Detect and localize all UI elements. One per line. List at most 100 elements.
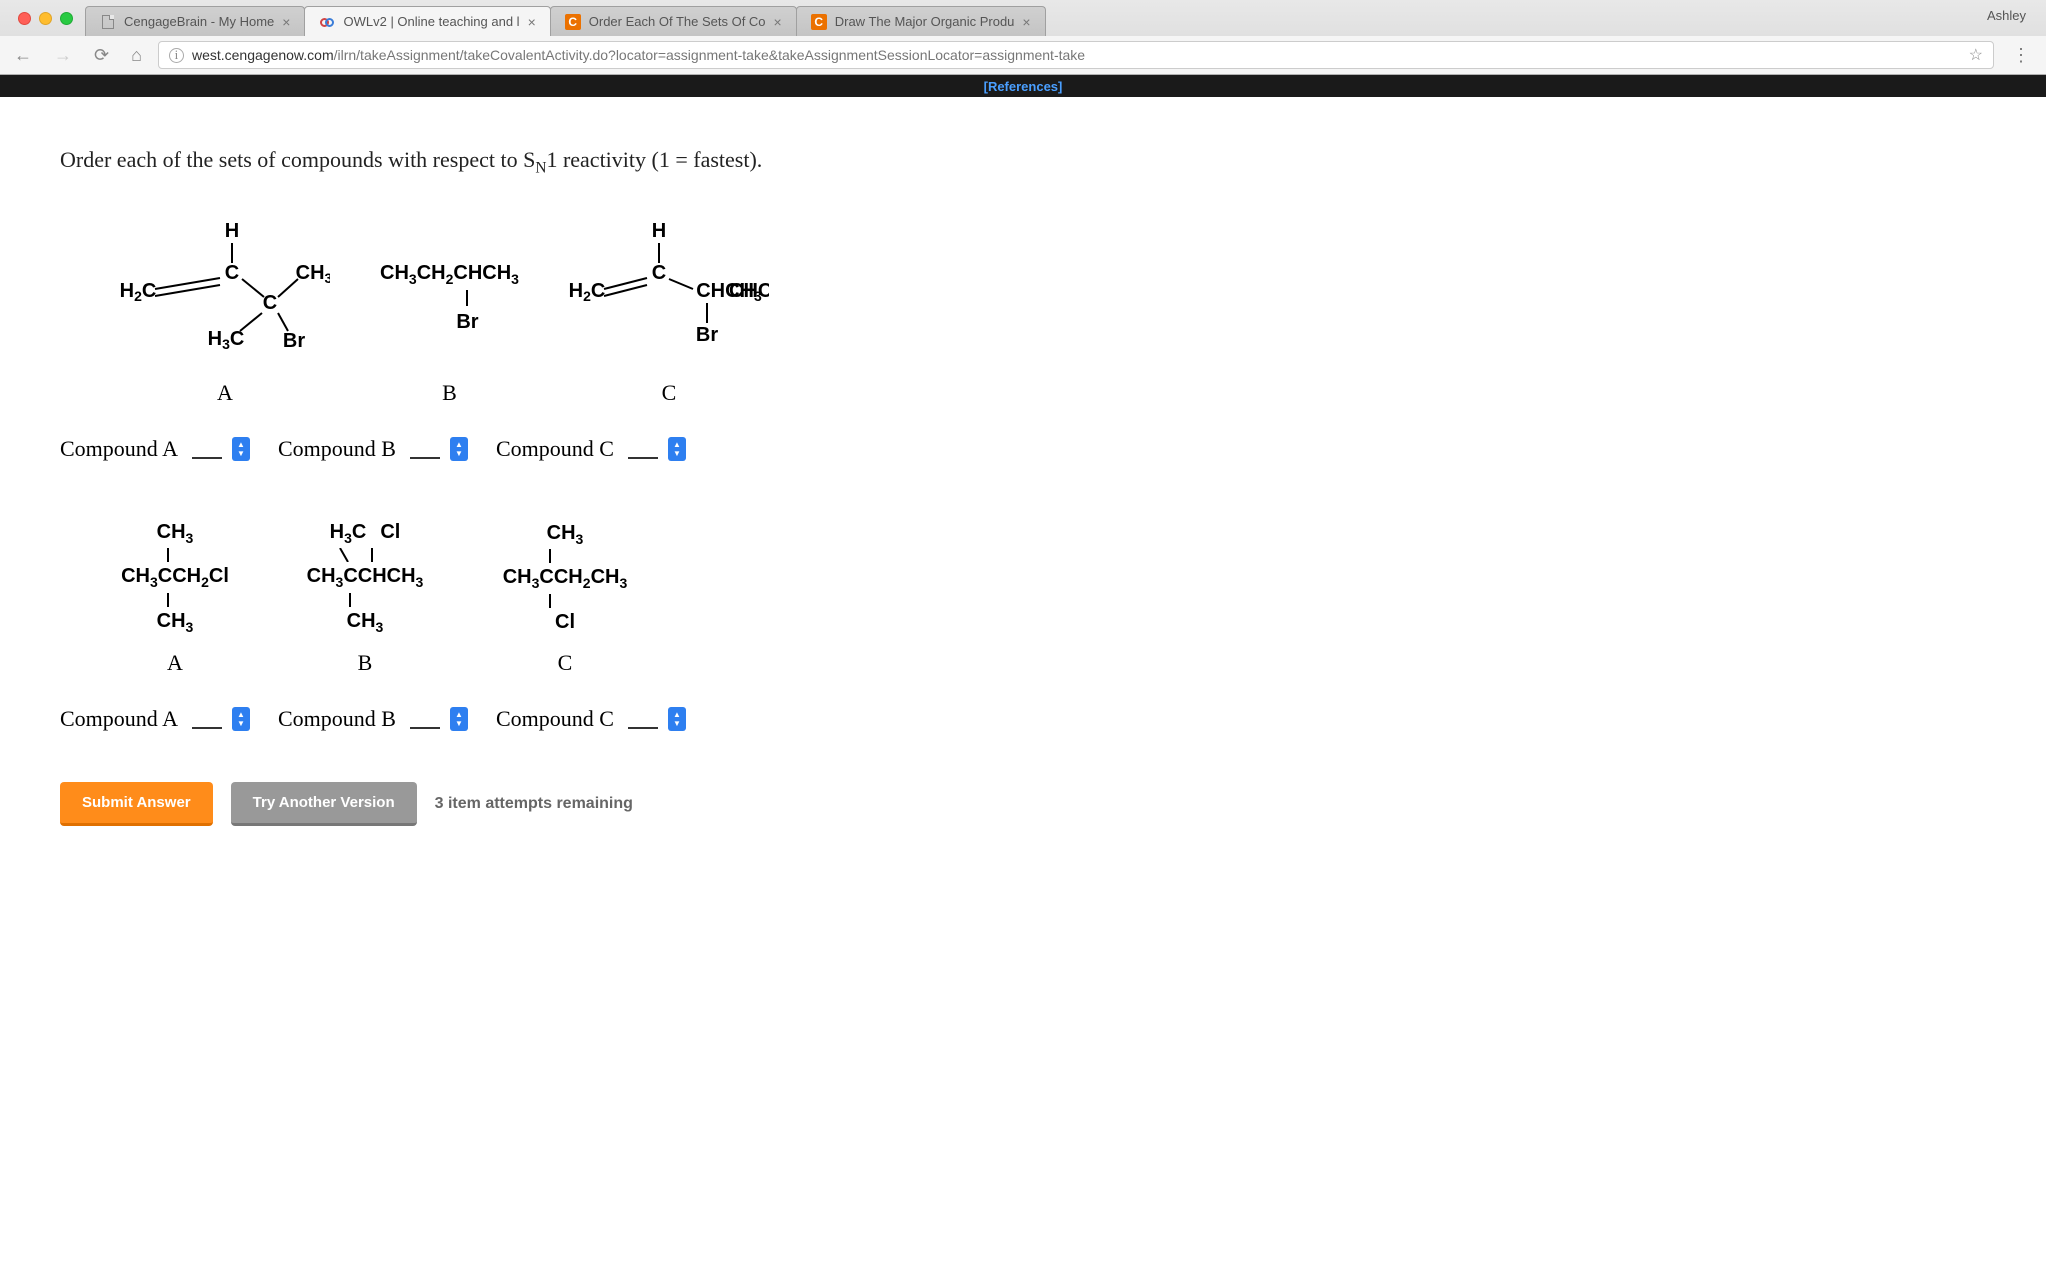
user-profile-label[interactable]: Ashley bbox=[1987, 8, 2026, 23]
tab-bar: CengageBrain - My Home × OWLv2 | Online … bbox=[0, 0, 2046, 36]
chegg-icon: C bbox=[811, 14, 827, 30]
compound-c-slot bbox=[628, 709, 658, 729]
structure-label: A bbox=[120, 380, 330, 406]
compound-b-label: Compound B bbox=[278, 706, 396, 732]
compound-b-slot bbox=[410, 439, 440, 459]
tabs-container: CengageBrain - My Home × OWLv2 | Online … bbox=[85, 0, 2046, 36]
svg-text:Br: Br bbox=[283, 330, 305, 352]
bookmark-star-icon[interactable]: ☆ bbox=[1969, 45, 1983, 65]
structure-2a: CH3 CH3CCH2Cl CH3 A bbox=[120, 512, 230, 676]
attempts-remaining: 3 item attempts remaining bbox=[435, 795, 633, 813]
compound-c-stepper[interactable]: ▲▼ bbox=[668, 437, 686, 461]
molecule-drawing: CH3CH2CHCH3 Br bbox=[380, 222, 519, 372]
svg-text:C: C bbox=[225, 262, 239, 284]
structure-1b: CH3CH2CHCH3 Br B bbox=[380, 222, 519, 406]
svg-text:H3C: H3C bbox=[208, 328, 245, 352]
browser-chrome: CengageBrain - My Home × OWLv2 | Online … bbox=[0, 0, 2046, 75]
owl-icon bbox=[319, 14, 335, 30]
structure-label: A bbox=[120, 650, 230, 676]
assignment-content: Order each of the sets of compounds with… bbox=[0, 97, 2046, 856]
svg-text:C: C bbox=[263, 292, 277, 314]
compound-b-label: Compound B bbox=[278, 436, 396, 462]
tab-title: OWLv2 | Online teaching and l bbox=[343, 14, 519, 29]
minimize-window-button[interactable] bbox=[39, 12, 52, 25]
chegg-icon: C bbox=[565, 14, 581, 30]
chevron-up-icon: ▲ bbox=[237, 440, 245, 449]
try-another-button[interactable]: Try Another Version bbox=[231, 782, 417, 826]
chevron-down-icon: ▼ bbox=[455, 449, 463, 458]
close-icon[interactable]: × bbox=[1022, 14, 1030, 30]
compound-a-label: Compound A bbox=[60, 436, 178, 462]
home-button[interactable]: ⌂ bbox=[125, 41, 148, 70]
compound-a-slot bbox=[192, 439, 222, 459]
ranking-row-2: Compound A ▲▼ Compound B ▲▼ Compound C ▲… bbox=[60, 706, 1986, 732]
compound-b-stepper[interactable]: ▲▼ bbox=[450, 707, 468, 731]
tab-title: Order Each Of The Sets Of Co bbox=[589, 14, 766, 29]
molecule-drawing: CH3 CH3CCH2CH3 Cl bbox=[500, 512, 630, 642]
url-domain: west.cengagenow.com bbox=[192, 47, 334, 63]
compound-c-slot bbox=[628, 439, 658, 459]
chevron-up-icon: ▲ bbox=[673, 710, 681, 719]
structure-1c: H C H2C CHCH3 CHCH3 Br C bbox=[569, 217, 769, 406]
tab-title: CengageBrain - My Home bbox=[124, 14, 274, 29]
compound-a-stepper[interactable]: ▲▼ bbox=[232, 437, 250, 461]
references-bar: [References] bbox=[0, 75, 2046, 97]
chevron-up-icon: ▲ bbox=[455, 710, 463, 719]
structure-1a: H C H2C C CH3 H3C Br A bbox=[120, 217, 330, 406]
prompt-text: Order each of the sets of compounds with… bbox=[60, 147, 535, 172]
compound-c-stepper[interactable]: ▲▼ bbox=[668, 707, 686, 731]
menu-button[interactable]: ⋮ bbox=[2004, 45, 2038, 66]
compound-b-slot bbox=[410, 709, 440, 729]
prompt-subscript: N bbox=[535, 159, 546, 176]
svg-text:Br: Br bbox=[696, 324, 718, 346]
structure-label: B bbox=[380, 380, 519, 406]
compound-c-label: Compound C bbox=[496, 436, 614, 462]
molecule-drawing: H C H2C CHCH3 CHCH3 Br bbox=[569, 217, 769, 367]
structure-label: B bbox=[300, 650, 430, 676]
svg-text:CHCH3: CHCH3 bbox=[696, 280, 762, 304]
forward-button[interactable]: → bbox=[48, 41, 78, 70]
url-path: /ilrn/takeAssignment/takeCovalentActivit… bbox=[334, 47, 1085, 63]
close-icon[interactable]: × bbox=[282, 14, 290, 30]
chevron-down-icon: ▼ bbox=[673, 719, 681, 728]
molecule-drawing: H3CCl CH3CCHCH3 CH3 bbox=[300, 512, 430, 642]
prompt-text-after: 1 reactivity (1 = fastest). bbox=[546, 147, 762, 172]
compound-b-stepper[interactable]: ▲▼ bbox=[450, 437, 468, 461]
chevron-up-icon: ▲ bbox=[673, 440, 681, 449]
chevron-down-icon: ▼ bbox=[237, 449, 245, 458]
tab-chegg-order[interactable]: C Order Each Of The Sets Of Co × bbox=[550, 6, 797, 36]
structure-label: C bbox=[569, 380, 769, 406]
question-prompt: Order each of the sets of compounds with… bbox=[60, 147, 1986, 177]
tab-chegg-draw[interactable]: C Draw The Major Organic Produ × bbox=[796, 6, 1046, 36]
back-button[interactable]: ← bbox=[8, 41, 38, 70]
tab-title: Draw The Major Organic Produ bbox=[835, 14, 1015, 29]
chevron-up-icon: ▲ bbox=[237, 710, 245, 719]
svg-text:CH3: CH3 bbox=[296, 262, 330, 286]
compound-a-slot bbox=[192, 709, 222, 729]
tab-owlv2[interactable]: OWLv2 | Online teaching and l × bbox=[304, 6, 550, 36]
molecule-drawing: CH3 CH3CCH2Cl CH3 bbox=[120, 512, 230, 642]
file-icon bbox=[100, 14, 116, 30]
svg-text:C: C bbox=[652, 262, 666, 284]
reload-button[interactable]: ⟳ bbox=[88, 41, 115, 70]
button-row: Submit Answer Try Another Version 3 item… bbox=[60, 782, 1986, 826]
url-bar[interactable]: i west.cengagenow.com/ilrn/takeAssignmen… bbox=[158, 41, 1994, 69]
close-window-button[interactable] bbox=[18, 12, 31, 25]
submit-button[interactable]: Submit Answer bbox=[60, 782, 213, 826]
references-link[interactable]: [References] bbox=[984, 79, 1063, 94]
site-info-icon[interactable]: i bbox=[169, 48, 184, 63]
chevron-down-icon: ▼ bbox=[455, 719, 463, 728]
structure-set-1: H C H2C C CH3 H3C Br A C H3C H2C H CH3 bbox=[120, 217, 1986, 406]
svg-text:H: H bbox=[225, 220, 239, 242]
structure-set-2: CH3 CH3CCH2Cl CH3 A H3CCl CH3CCHCH3 CH3 … bbox=[120, 512, 1986, 676]
chevron-up-icon: ▲ bbox=[455, 440, 463, 449]
compound-a-stepper[interactable]: ▲▼ bbox=[232, 707, 250, 731]
close-icon[interactable]: × bbox=[528, 14, 536, 30]
close-icon[interactable]: × bbox=[774, 14, 782, 30]
svg-text:H2C: H2C bbox=[120, 280, 156, 304]
maximize-window-button[interactable] bbox=[60, 12, 73, 25]
compound-a-label: Compound A bbox=[60, 706, 178, 732]
ranking-row-1: Compound A ▲▼ Compound B ▲▼ Compound C ▲… bbox=[60, 436, 1986, 462]
window-controls bbox=[8, 12, 85, 25]
tab-cengagebrain[interactable]: CengageBrain - My Home × bbox=[85, 6, 305, 36]
